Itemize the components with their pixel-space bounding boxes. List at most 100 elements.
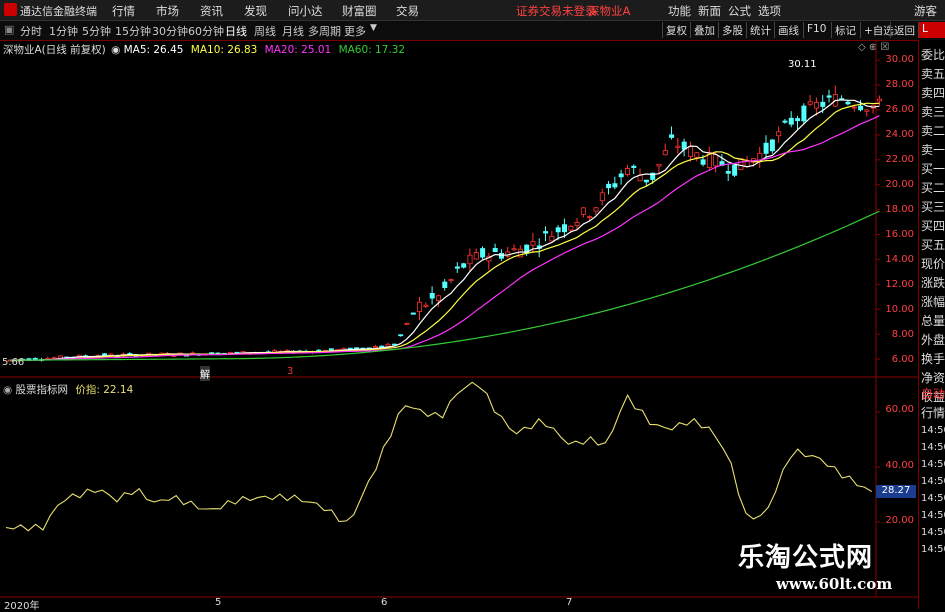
candle-body [675,145,681,148]
sp-sell1: 卖一 [921,143,945,157]
candle-body [448,279,454,282]
candle-body [435,295,441,302]
indicator-tick: 60.00 [885,404,914,415]
price-tick: 18.00 [885,204,914,215]
candle-body [442,281,448,288]
price-tick: 30.00 [885,54,914,65]
sp-time: 14:50 [921,442,945,453]
watermark-title: 乐淘公式网 [738,543,874,573]
candle-body [461,263,467,268]
candle-body [480,248,486,258]
date-label-july: 7 [566,597,573,608]
sp-pct: 涨幅 [921,295,945,309]
ma20-line [9,115,880,361]
candle-body [826,95,832,98]
candle-body [580,207,586,215]
sp-volume: 总量 [921,314,945,328]
price-tick: 24.00 [885,129,914,140]
order-panel: 委比 卖五 卖四 卖三 卖二 卖一 买一 买二 买三 买四 买五 现价 涨跌 涨… [918,40,945,609]
candle-body [864,109,870,112]
ma5-line [9,99,880,361]
candle-body [763,142,769,154]
sp-time: 14:50 [921,544,945,555]
candle-body [782,120,788,123]
candle-body [574,222,580,226]
candle-body [587,216,593,219]
watermark-logo: 乐淘公式网 www.60lt.com [738,537,906,599]
candle-body [473,252,479,260]
price-tick: 22.00 [885,154,914,165]
marker-a: 解 [200,366,210,381]
candle-body [530,241,536,246]
candle-body [725,170,731,174]
candle-body [398,334,404,337]
sp-outer: 外盘 [921,333,945,347]
sp-buy1: 买一 [921,162,945,176]
price-tick: 12.00 [885,279,914,290]
candle-body [788,117,794,125]
candle-body [417,301,423,312]
sp-buy2: 买二 [921,181,945,195]
price-tick: 28.00 [885,79,914,90]
sp-turnover: 换手 [921,352,945,366]
sp-auto[interactable]: 自动 [921,385,945,402]
sp-sell2: 卖二 [921,124,945,138]
candle-body [568,225,574,231]
candle-body [732,164,738,176]
sp-buy3: 买三 [921,200,945,214]
sp-time: 14:50 [921,459,945,470]
candle-body [612,183,618,188]
candle-body [700,159,706,165]
sp-buy5: 买五 [921,238,945,252]
candle-body [688,146,694,157]
indicator-current-badge: 28.27 [876,485,916,498]
candle-body [467,254,473,265]
kline-chart[interactable] [0,0,945,609]
sp-quote-tab[interactable]: 行情 [921,404,945,421]
candle-body [555,227,561,233]
indicator-tick: 40.00 [885,460,914,471]
candle-body [429,293,435,299]
low-annotation: 5.66 [2,357,25,368]
ma-lines-group [9,99,880,361]
sp-time: 14:50 [921,476,945,487]
price-tick: 8.00 [891,329,914,340]
candle-body [643,179,649,183]
candle-body [858,105,864,111]
date-label-june: 6 [381,597,388,608]
candle-body [618,173,624,178]
candle-body [492,248,498,252]
sp-sell3: 卖三 [921,105,945,119]
sp-weibi: 委比 [921,48,945,62]
candle-body [669,134,675,138]
candle-body [423,304,429,307]
price-tick: 16.00 [885,229,914,240]
candle-body [404,322,410,325]
candle-body [776,131,782,137]
candle-body [769,139,775,152]
sp-price: 现价 [921,257,945,271]
candle-body [656,163,662,167]
candle-body [379,345,385,348]
candle-body [625,168,631,175]
indicator-tick: 20.00 [885,515,914,526]
price-tick: 14.00 [885,254,914,265]
candle-body [410,312,416,315]
candle-body [801,105,807,122]
price-tick: 6.00 [891,354,914,365]
price-tick: 10.00 [885,304,914,315]
marker-b: 3 [287,366,294,377]
candle-body [631,165,637,168]
date-label-may: 5 [215,597,222,608]
candle-body [814,102,820,109]
candles-group [7,85,883,362]
candle-body [738,158,744,171]
candle-body [454,266,460,269]
candle-body [385,343,391,347]
candle-body [549,235,555,242]
candle-body [662,150,668,156]
candle-body [543,231,549,234]
sp-time: 14:50 [921,510,945,521]
candle-body [354,347,360,350]
candle-body [694,152,700,158]
